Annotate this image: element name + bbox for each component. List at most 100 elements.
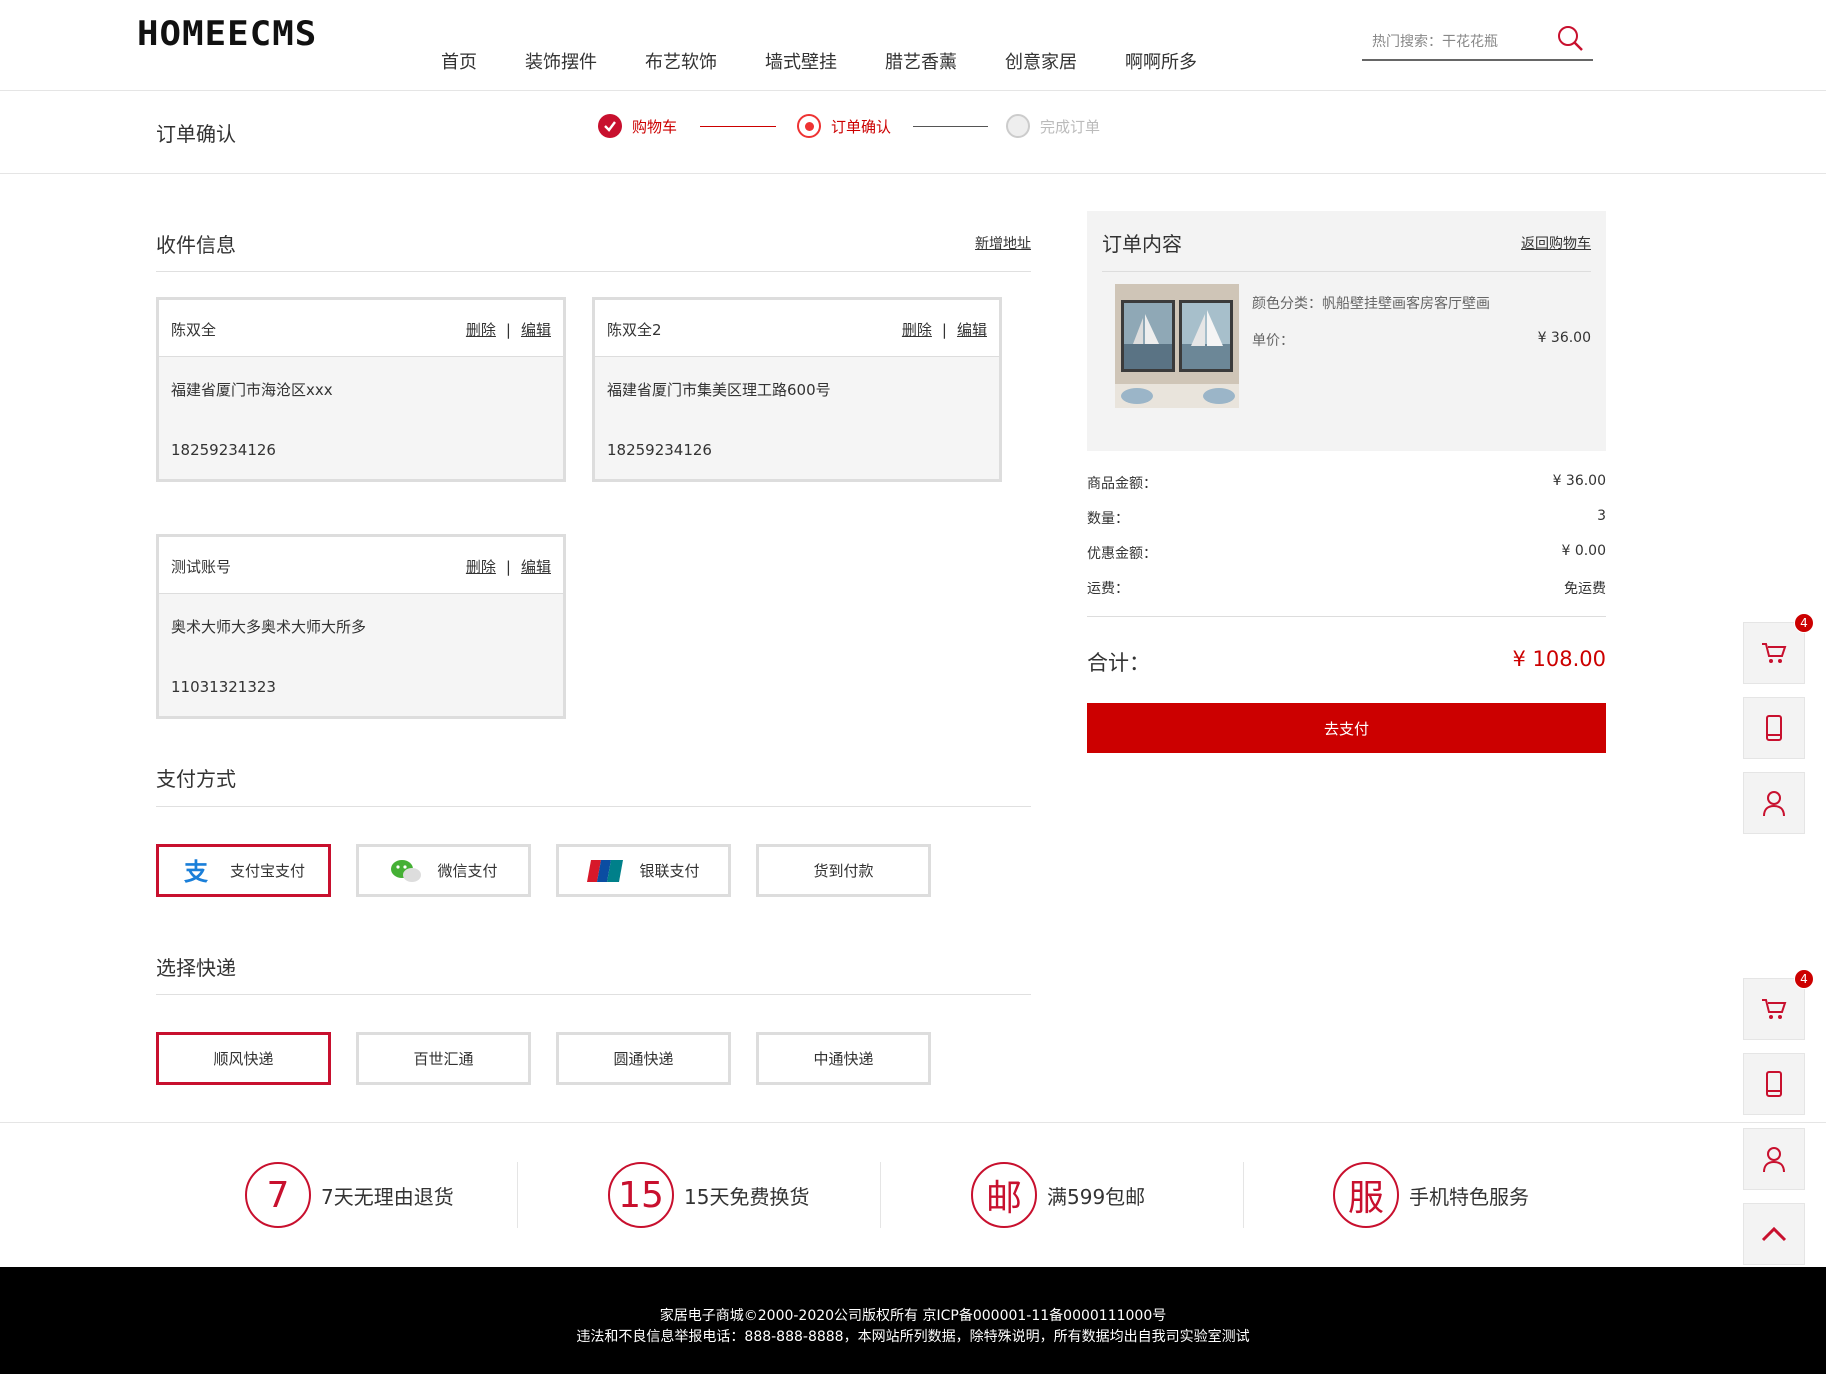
back-to-cart-link[interactable]: 返回购物车 xyxy=(1521,233,1591,253)
service-icon: 邮 xyxy=(971,1162,1037,1228)
cart-icon xyxy=(1762,643,1787,663)
summary-label: 数量： xyxy=(1087,511,1129,527)
address-text: 福建省厦门市海沧区xxx xyxy=(171,381,333,399)
shipping-header: 收件信息 新增地址 xyxy=(156,229,1031,272)
search-icon[interactable] xyxy=(1555,24,1585,54)
service-icon: 服 xyxy=(1333,1162,1399,1228)
float-cart-button[interactable]: 4 xyxy=(1743,969,1814,1040)
section-title: 选择快递 xyxy=(156,956,236,980)
site-header: HOMEECMS 首页 装饰摆件 布艺软饰 墙式壁挂 腊艺香薰 创意家居 啊啊所… xyxy=(0,0,1826,91)
float-user-button[interactable] xyxy=(1743,1128,1805,1190)
delete-address-button[interactable]: 删除 xyxy=(466,558,496,576)
service-text: 15天免费换货 xyxy=(684,1184,810,1209)
order-total: 合计： ¥ 108.00 xyxy=(1087,647,1606,677)
pay-button[interactable]: 去支付 xyxy=(1087,703,1606,753)
cart-count-badge: 4 xyxy=(1794,969,1814,989)
address-actions: 删除 | 编辑 xyxy=(466,556,551,577)
pay-option-unionpay[interactable]: 银联支付 xyxy=(556,844,731,897)
product-image[interactable] xyxy=(1115,284,1239,408)
back-to-top-button[interactable] xyxy=(1743,1203,1805,1265)
float-cart-button[interactable]: 4 xyxy=(1743,613,1814,684)
float-mobile-button[interactable] xyxy=(1743,697,1805,759)
float-mobile-button[interactable] xyxy=(1743,1053,1805,1115)
nav-item-fabric[interactable]: 布艺软饰 xyxy=(645,48,717,74)
pay-option-wechat[interactable]: 微信支付 xyxy=(356,844,531,897)
step-cart: 购物车 xyxy=(598,114,677,138)
summary-row: 优惠金额： ¥ 0.00 xyxy=(1087,543,1606,563)
edit-address-button[interactable]: 编辑 xyxy=(521,321,551,339)
phone-number: 18259234126 xyxy=(171,441,276,459)
unionpay-icon xyxy=(587,858,625,884)
nav-item-wall[interactable]: 墙式壁挂 xyxy=(765,48,837,74)
service-icon: 7 xyxy=(245,1162,311,1228)
delete-address-button[interactable]: 删除 xyxy=(902,321,932,339)
summary-row: 运费： 免运费 xyxy=(1087,578,1606,598)
edit-address-button[interactable]: 编辑 xyxy=(521,558,551,576)
svg-text:支: 支 xyxy=(184,858,209,885)
separator: | xyxy=(941,321,947,339)
service-text: 手机特色服务 xyxy=(1409,1184,1529,1209)
nav-item-creative[interactable]: 创意家居 xyxy=(1005,48,1077,74)
product-variant: 颜色分类：帆船壁挂壁画客房客厅壁画 xyxy=(1252,296,1490,312)
option-label: 百世汇通 xyxy=(413,1050,474,1068)
option-label: 银联支付 xyxy=(639,862,700,880)
pay-option-alipay[interactable]: 支 支付宝支付 xyxy=(156,844,331,897)
recipient-name: 测试账号 xyxy=(171,558,232,576)
main-nav: 首页 装饰摆件 布艺软饰 墙式壁挂 腊艺香薰 创意家居 啊啊所多 xyxy=(441,48,1245,74)
step-label: 购物车 xyxy=(632,117,678,136)
step-label: 完成订单 xyxy=(1040,117,1101,136)
site-logo[interactable]: HOMEECMS xyxy=(137,14,317,54)
option-label: 圆通快递 xyxy=(613,1050,674,1068)
recipient-name: 陈双全 xyxy=(171,321,217,339)
add-address-link[interactable]: 新增地址 xyxy=(975,233,1031,253)
service-text: 满599包邮 xyxy=(1047,1184,1146,1209)
section-title: 收件信息 xyxy=(156,233,236,257)
order-content-panel: 订单内容 返回购物车 颜色分类：帆船壁挂壁画客房客厅壁画 单价： ¥ 36.00 xyxy=(1087,211,1606,451)
summary-label: 优惠金额： xyxy=(1087,546,1157,562)
option-label: 中通快递 xyxy=(813,1050,874,1068)
edit-address-button[interactable]: 编辑 xyxy=(957,321,987,339)
service-item: 7 7天无理由退货 xyxy=(245,1162,454,1228)
divider xyxy=(0,1122,1826,1123)
address-card[interactable]: 陈双全2 删除 | 编辑 福建省厦门市集美区理工路600号 18259234126 xyxy=(592,297,1002,482)
delete-address-button[interactable]: 删除 xyxy=(466,321,496,339)
mobile-icon xyxy=(1766,715,1782,741)
payment-header: 支付方式 xyxy=(156,763,1031,807)
express-option-yto[interactable]: 圆通快递 xyxy=(556,1032,731,1085)
copyright-text: 家居电子商城©2000-2020公司版权所有 京ICP备000001-11备00… xyxy=(659,1308,1167,1324)
divider xyxy=(1243,1162,1244,1228)
divider xyxy=(1102,271,1591,272)
nav-item-home[interactable]: 首页 xyxy=(441,48,477,74)
phone-number: 11031321323 xyxy=(171,678,276,696)
site-footer: 家居电子商城©2000-2020公司版权所有 京ICP备000001-11备00… xyxy=(0,1267,1826,1374)
address-card-header: 陈双全2 删除 | 编辑 xyxy=(595,300,999,357)
search-input[interactable]: 热门搜索：干花花瓶 xyxy=(1372,31,1498,51)
search-box[interactable]: 热门搜索：干花花瓶 xyxy=(1362,24,1593,61)
nav-item-aroma[interactable]: 腊艺香薰 xyxy=(885,48,957,74)
summary-row: 数量： 3 xyxy=(1087,508,1606,528)
service-item: 服 手机特色服务 xyxy=(1333,1162,1529,1228)
pay-option-cod[interactable]: 货到付款 xyxy=(756,844,931,897)
address-actions: 删除 | 编辑 xyxy=(902,319,987,340)
total-value: ¥ 108.00 xyxy=(1512,647,1606,671)
express-option-bestex[interactable]: 百世汇通 xyxy=(356,1032,531,1085)
address-card[interactable]: 陈双全 删除 | 编辑 福建省厦门市海沧区xxx 18259234126 xyxy=(156,297,566,482)
address-card[interactable]: 测试账号 删除 | 编辑 奥术大师大多奥术大师大所多 11031321323 xyxy=(156,534,566,719)
step-complete: 完成订单 xyxy=(1006,114,1100,138)
nav-item-more[interactable]: 啊啊所多 xyxy=(1125,48,1197,74)
recipient-name: 陈双全2 xyxy=(607,321,662,339)
nav-item-decor[interactable]: 装饰摆件 xyxy=(525,48,597,74)
service-text: 7天无理由退货 xyxy=(321,1184,454,1209)
divider xyxy=(1087,616,1606,617)
option-label: 微信支付 xyxy=(437,862,498,880)
divider xyxy=(880,1162,881,1228)
summary-value: 免运费 xyxy=(1564,581,1606,597)
checkout-steps: 订单确认 购物车 订单确认 完成订单 xyxy=(0,92,1826,174)
express-option-sf[interactable]: 顺风快递 xyxy=(156,1032,331,1085)
float-user-button[interactable] xyxy=(1743,772,1805,834)
service-item: 15 15天免费换货 xyxy=(608,1162,809,1228)
express-option-zto[interactable]: 中通快递 xyxy=(756,1032,931,1085)
alipay-icon: 支 xyxy=(182,857,216,885)
separator: | xyxy=(505,558,511,576)
address-text: 奥术大师大多奥术大师大所多 xyxy=(171,618,367,636)
